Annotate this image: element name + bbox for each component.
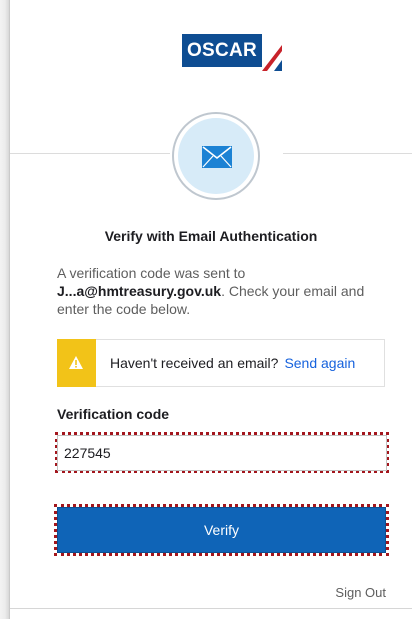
notice-message: Haven't received an email? bbox=[110, 355, 279, 371]
verification-code-input[interactable] bbox=[57, 435, 387, 471]
send-again-link[interactable]: Send again bbox=[284, 355, 355, 371]
sign-out-link[interactable]: Sign Out bbox=[335, 585, 386, 600]
envelope-icon bbox=[202, 146, 232, 168]
divider-right bbox=[283, 153, 412, 154]
warning-icon bbox=[69, 356, 83, 369]
page-title: Verify with Email Authentication bbox=[104, 228, 318, 244]
oscar-logo: OSCAR bbox=[182, 31, 282, 71]
resend-notice: Haven't received an email? Send again bbox=[57, 339, 385, 387]
window-edge bbox=[0, 0, 10, 619]
instruction-text: A verification code was sent to J...a@hm… bbox=[57, 264, 392, 318]
logo-stripes-icon bbox=[262, 45, 282, 71]
page: OSCAR Verify with Email Authentication A… bbox=[0, 0, 412, 619]
masked-email: J...a@hmtreasury.gov.uk bbox=[57, 283, 222, 299]
verification-code-label: Verification code bbox=[57, 406, 170, 422]
notice-icon-box bbox=[57, 339, 96, 387]
divider-left bbox=[10, 153, 170, 154]
verify-button[interactable]: Verify bbox=[57, 507, 386, 553]
email-badge bbox=[172, 112, 260, 200]
notice-text: Haven't received an email? Send again bbox=[110, 355, 355, 371]
message-prefix: A verification code was sent to bbox=[57, 265, 246, 281]
logo-text: OSCAR bbox=[182, 34, 262, 67]
